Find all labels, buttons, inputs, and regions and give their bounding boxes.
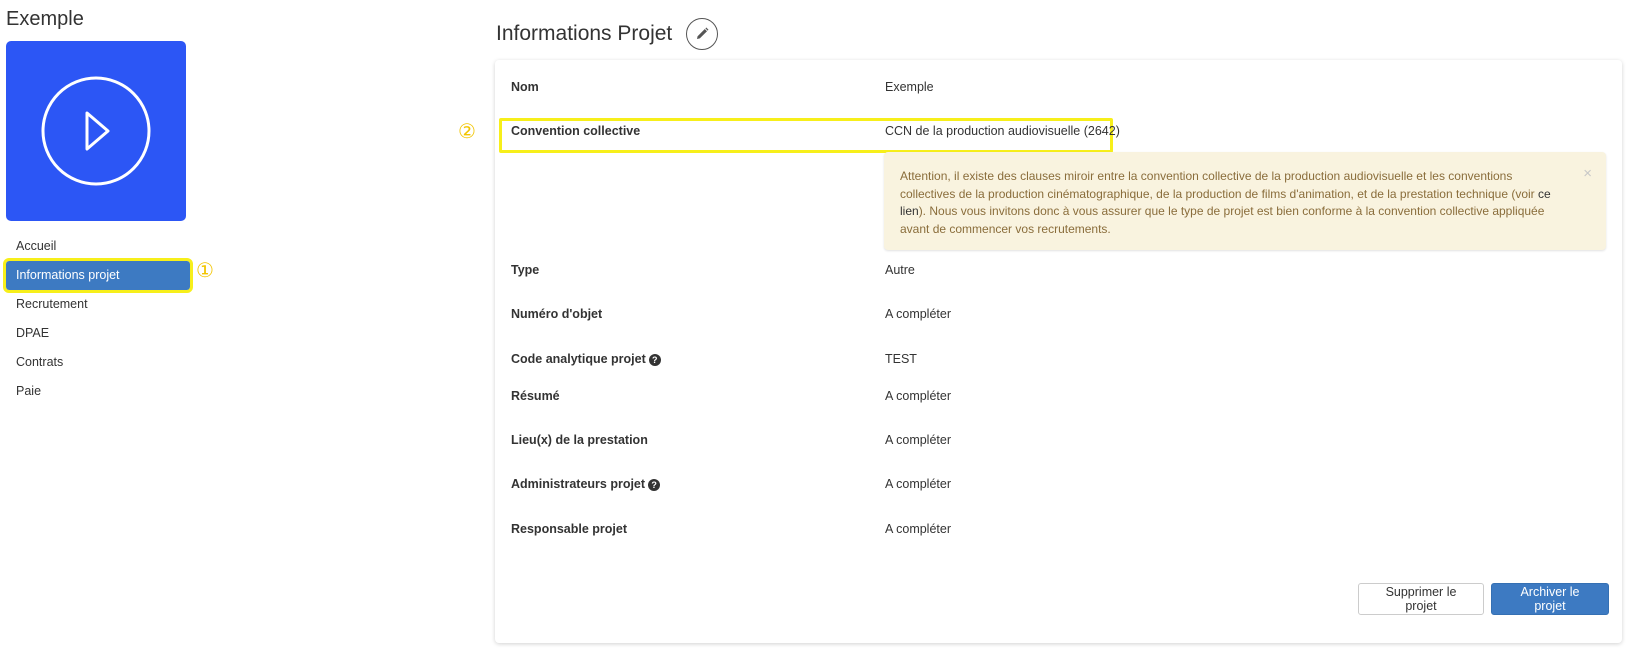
alert-text-after: ). Nous vous invitons donc à vous assure… — [900, 204, 1545, 236]
row-label-convention: Convention collective — [511, 124, 641, 138]
row-value-code: TEST — [885, 352, 917, 366]
row-label-admins: Administrateurs projet? — [511, 477, 661, 491]
row-label-resume: Résumé — [511, 389, 560, 403]
sidebar-item-paie[interactable]: Paie — [6, 377, 190, 406]
page-title: Informations Projet — [496, 22, 673, 45]
row-label-admins-text: Administrateurs projet — [511, 477, 646, 491]
row-label-responsable: Responsable projet — [511, 522, 627, 536]
alert-text-before: Attention, il existe des clauses miroir … — [900, 169, 1538, 201]
row-label-lieux: Lieu(x) de la prestation — [511, 433, 648, 447]
warning-alert: Attention, il existe des clauses miroir … — [884, 152, 1606, 250]
sidebar-nav: Accueil Informations projet Recrutement … — [3, 232, 193, 406]
pencil-icon — [697, 27, 709, 39]
sidebar-item-accueil[interactable]: Accueil — [6, 232, 190, 261]
sidebar-item-contrats[interactable]: Contrats — [6, 348, 190, 377]
row-value-nom: Exemple — [885, 80, 934, 94]
sidebar-item-dpae[interactable]: DPAE — [6, 319, 190, 348]
project-info-panel: Nom Exemple Convention collective CCN de… — [495, 60, 1622, 643]
row-value-resume: A compléter — [885, 389, 952, 403]
question-circle-icon[interactable]: ? — [648, 479, 661, 491]
row-label-nom: Nom — [511, 80, 539, 94]
annotation-marker-2: ② — [458, 119, 476, 143]
edit-button[interactable] — [686, 18, 719, 50]
row-value-responsable: A compléter — [885, 522, 952, 536]
delete-project-button[interactable]: Supprimer le projet — [1358, 583, 1484, 615]
row-label-numero: Numéro d'objet — [511, 307, 603, 321]
project-tile — [6, 41, 186, 221]
close-icon[interactable]: × — [1583, 166, 1592, 181]
annotation-marker-1: ① — [196, 258, 214, 282]
row-value-convention: CCN de la production audiovisuelle (2642… — [885, 124, 1120, 138]
row-value-lieux: A compléter — [885, 433, 952, 447]
archive-project-button[interactable]: Archiver le projet — [1491, 583, 1609, 615]
row-label-type: Type — [511, 263, 540, 277]
sidebar-item-recrutement[interactable]: Recrutement — [6, 290, 190, 319]
play-circle-icon — [41, 76, 151, 186]
sidebar-item-informations-projet[interactable]: Informations projet — [3, 258, 193, 293]
section-header: Informations Projet — [496, 18, 719, 50]
row-label-code-text: Code analytique projet — [511, 352, 646, 366]
question-circle-icon[interactable]: ? — [648, 354, 661, 366]
row-value-numero: A compléter — [885, 307, 952, 321]
row-value-admins: A compléter — [885, 477, 952, 491]
row-label-code: Code analytique projet? — [511, 352, 661, 366]
project-title: Exemple — [6, 8, 84, 30]
row-value-type: Autre — [885, 263, 915, 277]
